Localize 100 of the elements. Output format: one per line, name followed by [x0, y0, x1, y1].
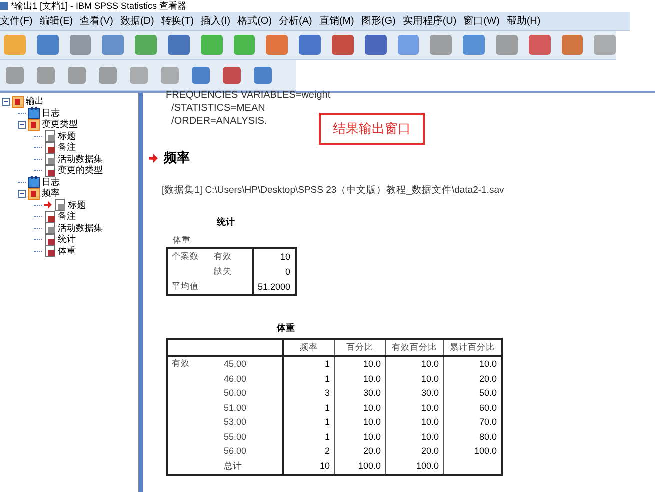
menu-item[interactable]: 格式(O): [238, 14, 280, 28]
menu-item[interactable]: 编辑(E): [40, 14, 80, 28]
row-label: 缺失: [210, 264, 253, 279]
menu-item[interactable]: 帮助(H): [506, 14, 548, 28]
dataset-icon: [44, 153, 56, 166]
outline-item[interactable]: 日志: [42, 176, 60, 189]
outline-item[interactable]: 变更的类型: [58, 164, 103, 178]
collapse-toggle-icon[interactable]: [18, 120, 26, 129]
outline-item[interactable]: 日志: [42, 106, 60, 120]
menu-item[interactable]: 实用程序(U): [402, 14, 464, 28]
title-icon: [54, 199, 66, 212]
column-header: 累计百分比: [444, 339, 502, 356]
table-cell: 10.0: [386, 372, 444, 386]
table-cell: 60.0: [444, 400, 502, 415]
table-cell: 10.0: [386, 415, 444, 430]
notes-icon: [44, 142, 56, 154]
table-cell: 100.0: [386, 458, 444, 474]
variable-label: 体重: [173, 235, 192, 247]
row-label: 有效: [167, 356, 220, 372]
outline-item[interactable]: 活动数据集: [58, 222, 103, 235]
table-cell: 10: [283, 458, 334, 474]
notes-icon: [44, 210, 56, 223]
table-cell: 10.0: [334, 400, 386, 415]
log-icon: [28, 107, 40, 120]
outline-item[interactable]: 统计: [58, 233, 76, 246]
table-cell: 10.0: [334, 415, 386, 430]
table-title: 体重: [277, 322, 296, 335]
table-cell: 10.0: [386, 356, 444, 372]
menu-item[interactable]: 图形(G): [361, 14, 403, 28]
table-cell: 1: [283, 356, 334, 372]
row-label: 45.00: [220, 356, 283, 372]
syntax-line: /STATISTICS=MEAN: [170, 102, 266, 115]
table-cell: 80.0: [444, 430, 502, 444]
table-cell: 100.0: [334, 458, 386, 474]
collapse-toggle-icon[interactable]: [2, 98, 10, 106]
table-cell: 20.0: [386, 444, 444, 458]
annotation-label: 结果输出窗口: [319, 113, 425, 145]
row-label: 46.00: [220, 372, 283, 386]
menu-item[interactable]: 插入(I): [201, 14, 238, 28]
table-cell: 10: [253, 248, 296, 264]
folder-icon: [28, 118, 40, 131]
table-cell: 30.0: [334, 386, 386, 400]
table-cell: 0: [253, 264, 296, 279]
outline-item[interactable]: 备注: [58, 141, 76, 154]
section-heading: 频率: [164, 150, 190, 167]
menu-item[interactable]: 窗口(W): [464, 14, 507, 28]
table-cell: 20.0: [334, 444, 386, 458]
syntax-line: /ORDER=ANALYSIS.: [170, 115, 268, 128]
outline-item[interactable]: 变更类型: [42, 118, 78, 132]
app-icon: [0, 2, 8, 10]
table-cell: 1: [283, 372, 334, 386]
table-cell: 2: [283, 444, 334, 458]
dataset-path: [数据集1] C:\Users\HP\Desktop\SPSS 23（中文版）教程_数据文件\data2-1.sav: [161, 184, 506, 197]
outline-item[interactable]: 备注: [58, 210, 76, 224]
menu-item[interactable]: 查看(V): [80, 14, 120, 28]
menu-item[interactable]: 数据(D): [120, 14, 162, 28]
column-header: 百分比: [334, 339, 386, 356]
table-cell: 10.0: [386, 430, 444, 444]
menu-item[interactable]: 直销(M): [319, 14, 362, 28]
table-cell: 100.0: [444, 444, 502, 458]
dataset-icon: [44, 222, 56, 234]
table-cell: 20.0: [444, 372, 502, 386]
log-icon: [28, 176, 40, 188]
table-cell: 1: [283, 415, 334, 430]
outline-item[interactable]: 体重: [58, 244, 76, 258]
table-cell: 1: [283, 400, 334, 415]
row-label: 总计: [220, 458, 283, 474]
folder-icon: [28, 188, 40, 200]
collapse-toggle-icon[interactable]: [18, 190, 26, 198]
table-cell: 10.0: [334, 356, 386, 372]
column-header: 有效百分比: [386, 339, 444, 356]
table-title: 统计: [217, 216, 236, 229]
row-label: 53.00: [220, 415, 283, 430]
folder-icon: [12, 96, 24, 108]
menu-item[interactable]: 转换(T): [161, 14, 202, 28]
row-label: 50.00: [220, 386, 283, 400]
row-label: 平均值: [167, 279, 210, 295]
menu-item[interactable]: 文件(F): [0, 14, 40, 28]
row-label: 有效: [210, 248, 253, 264]
outline-item[interactable]: 标题: [68, 198, 86, 212]
title-icon: [44, 130, 56, 142]
table-cell: 51.2000: [253, 279, 296, 295]
table-cell: 30.0: [386, 386, 444, 400]
table-cell: 10.0: [386, 400, 444, 415]
table-cell: 3: [283, 386, 334, 400]
menu-item[interactable]: 分析(A): [279, 14, 320, 28]
column-header: 频率: [283, 339, 334, 356]
outline-item[interactable]: 标题: [58, 130, 76, 143]
outline-item[interactable]: 活动数据集: [58, 152, 103, 166]
row-label: 56.00: [220, 444, 283, 458]
window-title: *输出1 [文档1] - IBM SPSS Statistics 查看器: [11, 0, 187, 12]
row-label: 51.00: [220, 400, 283, 415]
row-label: 个案数: [167, 248, 210, 264]
table-cell: 70.0: [444, 415, 502, 430]
outline-item[interactable]: 频率: [42, 187, 60, 200]
outline-item[interactable]: 输出: [26, 95, 44, 108]
table-cell: 10.0: [444, 356, 502, 372]
table-cell: 10.0: [334, 372, 386, 386]
table-cell: 50.0: [444, 386, 502, 400]
table-cell: 10.0: [334, 430, 386, 444]
